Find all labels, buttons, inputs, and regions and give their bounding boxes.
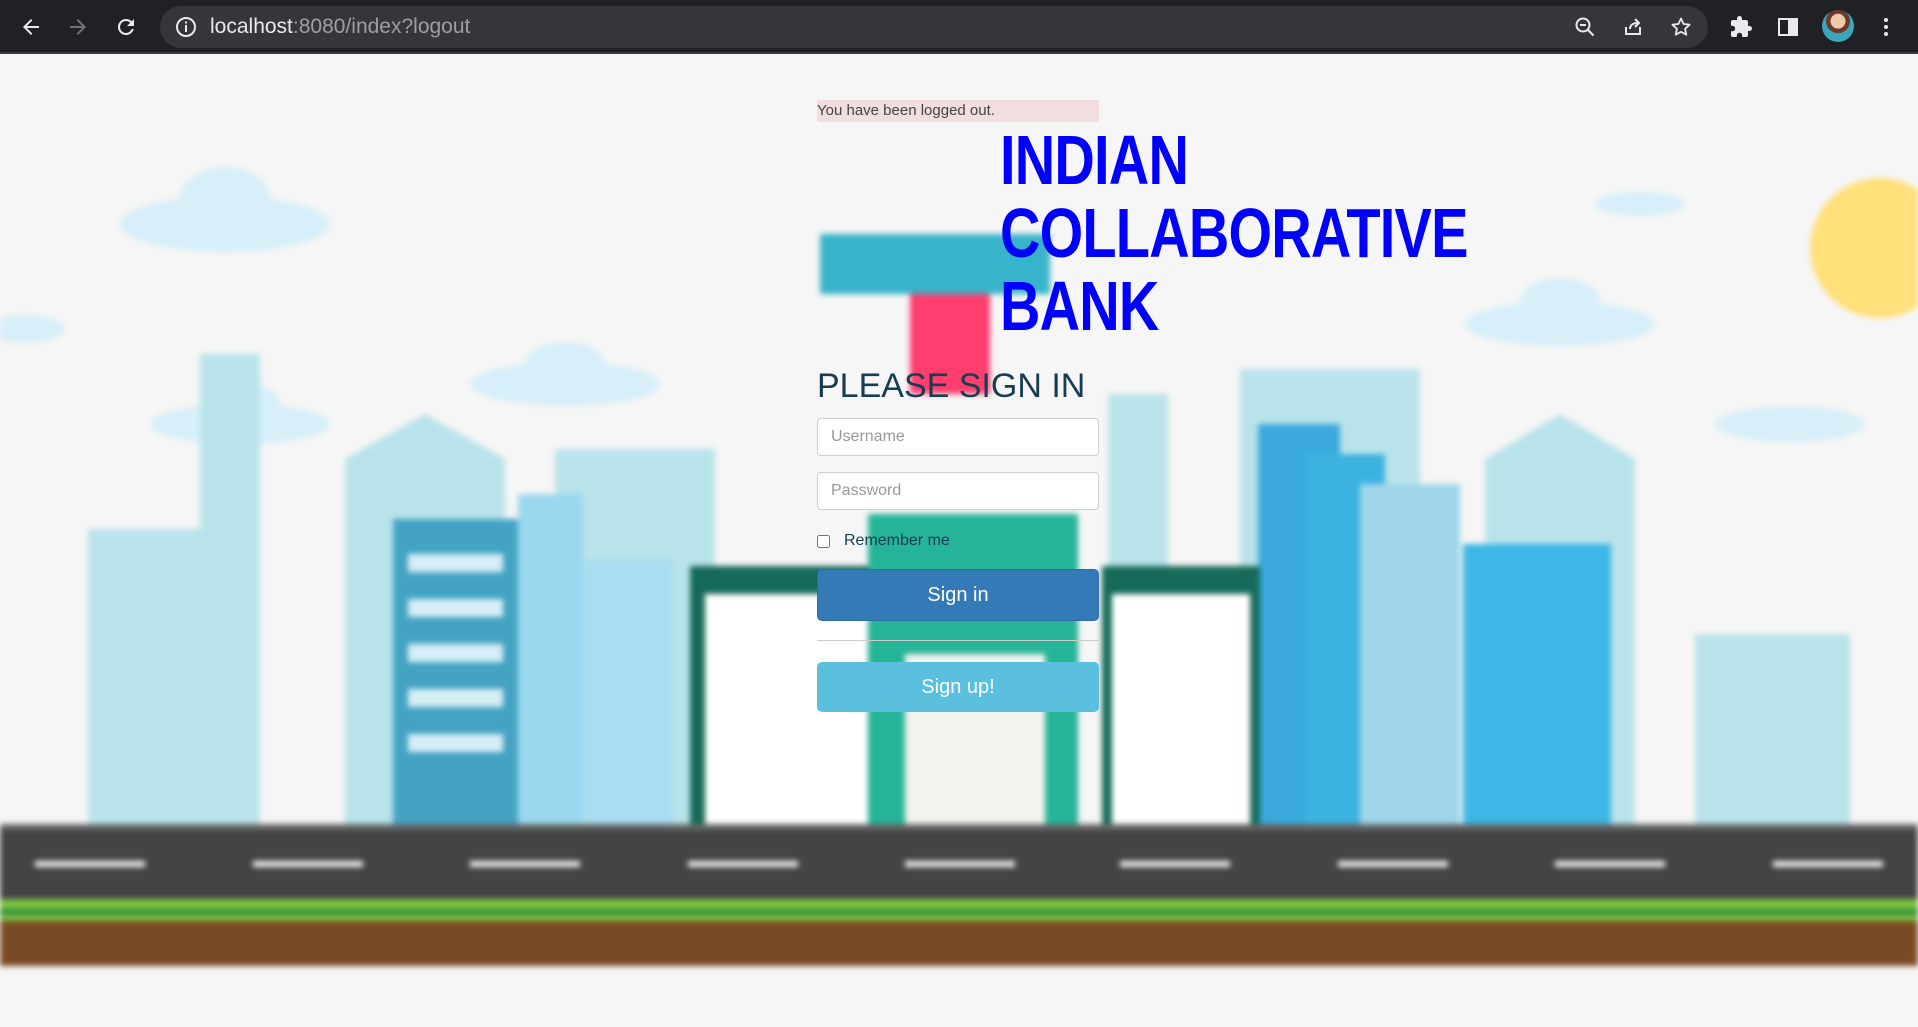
forward-arrow-icon[interactable]	[60, 9, 96, 45]
side-panel-icon[interactable]	[1770, 9, 1806, 45]
signup-button[interactable]: Sign up!	[817, 662, 1099, 712]
bank-brand-title: INDIAN COLLABORATIVE BANK	[1000, 121, 1468, 345]
brand-line-3: BANK	[1000, 267, 1159, 345]
info-icon[interactable]	[174, 15, 198, 39]
address-bar[interactable]: localhost:8080/index?logout	[160, 6, 1708, 48]
profile-avatar[interactable]	[1822, 10, 1854, 42]
remember-me-label: Remember me	[844, 532, 950, 549]
browser-toolbar: localhost:8080/index?logout	[0, 0, 1918, 54]
more-vert-icon[interactable]	[1868, 9, 1904, 45]
username-field[interactable]	[817, 418, 1099, 456]
zoom-out-icon[interactable]	[1570, 12, 1600, 42]
url-text[interactable]: localhost:8080/index?logout	[210, 6, 470, 48]
back-arrow-icon[interactable]	[13, 9, 49, 45]
url-path: :8080/index?logout	[292, 15, 471, 38]
star-icon[interactable]	[1666, 12, 1696, 42]
extensions-icon[interactable]	[1723, 9, 1759, 45]
remember-me-checkbox[interactable]	[817, 534, 830, 548]
form-divider	[817, 640, 1099, 641]
login-page: You have been logged out. INDIAN COLLABO…	[0, 54, 1918, 1027]
reload-icon[interactable]	[108, 9, 144, 45]
signin-button[interactable]: Sign in	[817, 569, 1099, 621]
city-background-image	[0, 167, 1918, 966]
remember-me-row: Remember me	[817, 530, 950, 552]
brand-line-2: COLLABORATIVE	[1000, 194, 1468, 272]
signin-heading: PLEASE SIGN IN	[817, 367, 1086, 405]
brand-line-1: INDIAN	[1000, 121, 1189, 199]
share-icon[interactable]	[1618, 12, 1648, 42]
password-field[interactable]	[817, 472, 1099, 510]
logout-alert: You have been logged out.	[817, 100, 1099, 122]
url-host: localhost	[210, 15, 293, 38]
